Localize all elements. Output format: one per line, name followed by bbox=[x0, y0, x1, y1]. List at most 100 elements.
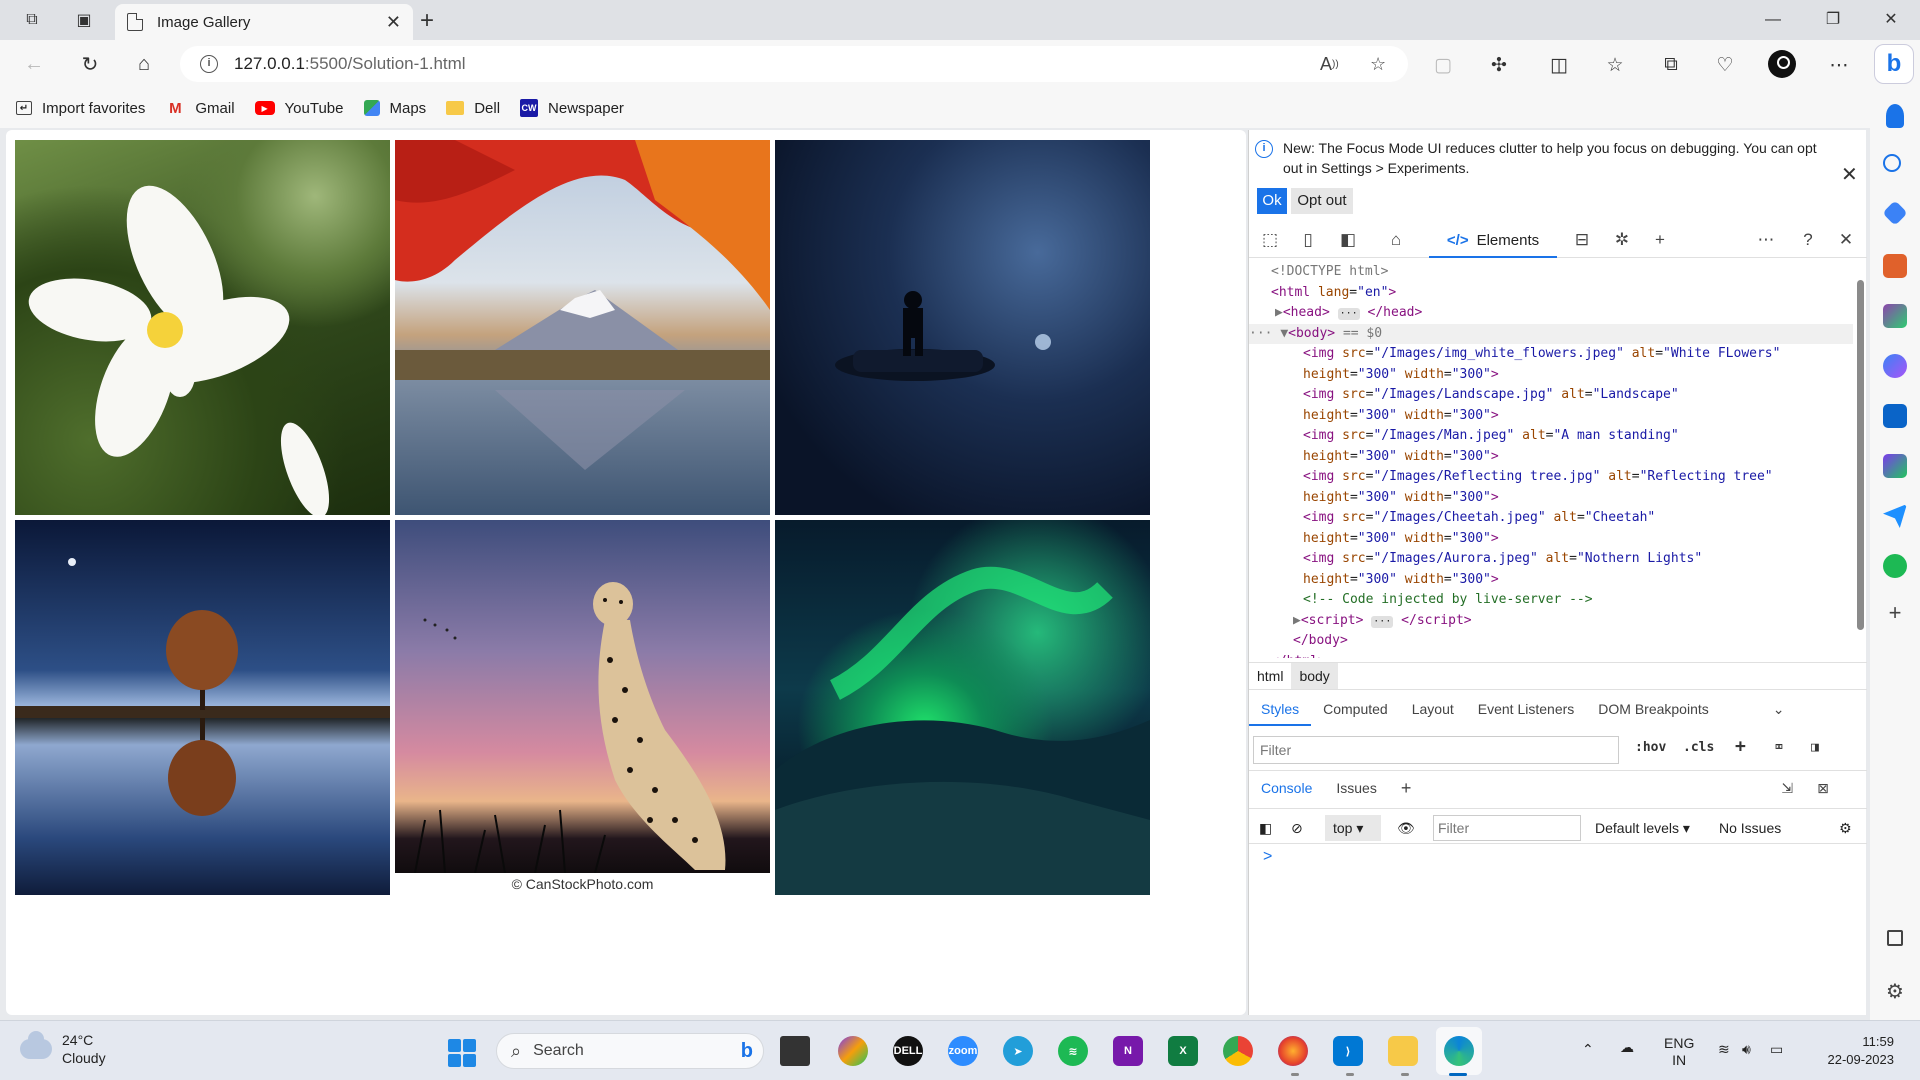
dom-img[interactable]: <img src="/Images/Aurora.jpeg" alt="Noth… bbox=[1249, 549, 1853, 570]
games-icon[interactable] bbox=[1883, 304, 1907, 328]
more-tools-icon[interactable]: + bbox=[1647, 230, 1673, 250]
onedrive-icon[interactable]: ☁ bbox=[1620, 1039, 1634, 1056]
inspect-icon[interactable]: ⬚ bbox=[1257, 230, 1283, 250]
tab-issues[interactable]: Issues bbox=[1324, 771, 1388, 805]
notifications-icon[interactable] bbox=[1886, 104, 1904, 128]
refresh-icon[interactable]: ↻ bbox=[74, 50, 106, 78]
show-hidden-icons[interactable]: ⌃ bbox=[1582, 1041, 1594, 1058]
help-icon[interactable]: ? bbox=[1795, 230, 1821, 250]
ok-button[interactable]: Ok bbox=[1257, 188, 1287, 214]
image-northern-lights[interactable] bbox=[775, 520, 1150, 895]
tab-console[interactable]: Console bbox=[1249, 771, 1324, 805]
tab-styles[interactable]: Styles bbox=[1249, 692, 1312, 726]
extension-disabled-icon[interactable]: ▢ bbox=[1428, 52, 1458, 78]
dom-head[interactable]: ▶<head> ··· </head> bbox=[1249, 303, 1853, 324]
console-settings-icon[interactable]: ⚙ bbox=[1839, 816, 1852, 840]
extensions-icon[interactable]: ✣ bbox=[1484, 52, 1514, 78]
image-landscape[interactable] bbox=[395, 140, 770, 515]
dock-drawer-icon[interactable]: ⇲ bbox=[1769, 771, 1805, 805]
taskbar-search[interactable]: ⌕ Search b bbox=[496, 1033, 764, 1069]
favorite-dell[interactable]: Dell bbox=[446, 100, 500, 117]
close-window-icon[interactable]: ✕ bbox=[1868, 5, 1914, 35]
shopping-icon[interactable] bbox=[1882, 200, 1908, 226]
tab-actions-icon[interactable]: ▣ bbox=[70, 8, 98, 32]
search-icon[interactable] bbox=[1883, 154, 1901, 172]
dom-tree[interactable]: <!DOCTYPE html> <html lang="en"> ▶<head>… bbox=[1249, 262, 1853, 658]
favorite-gmail[interactable]: M Gmail bbox=[165, 99, 234, 117]
close-banner-icon[interactable]: ✕ bbox=[1841, 162, 1858, 187]
dom-html[interactable]: <html lang="en"> bbox=[1249, 283, 1853, 304]
tab-elements[interactable]: </> Elements bbox=[1429, 224, 1557, 258]
clock[interactable]: 11:59 22-09-2023 bbox=[1810, 1033, 1895, 1069]
site-info-icon[interactable]: i bbox=[200, 55, 218, 73]
favorite-youtube[interactable]: ▶ YouTube bbox=[254, 100, 344, 117]
task-view-icon[interactable] bbox=[780, 1036, 810, 1066]
clear-console-icon[interactable]: ⊘ bbox=[1291, 816, 1303, 840]
minimize-icon[interactable]: — bbox=[1750, 5, 1796, 35]
copilot-app-icon[interactable] bbox=[838, 1036, 868, 1066]
tab-event-listeners[interactable]: Event Listeners bbox=[1466, 692, 1587, 726]
welcome-home-icon[interactable]: ⌂ bbox=[1383, 230, 1409, 250]
add-sidebar-app-icon[interactable]: + bbox=[1883, 602, 1907, 626]
designer-icon[interactable] bbox=[1883, 454, 1907, 478]
image-white-flowers[interactable] bbox=[15, 140, 390, 515]
collections-icon[interactable]: ⧉ bbox=[1656, 52, 1686, 78]
drop-icon[interactable] bbox=[1883, 504, 1907, 528]
zoom-app-icon[interactable]: zoom bbox=[948, 1036, 978, 1066]
image-cheetah[interactable]: © CanStockPhoto.com bbox=[395, 520, 770, 895]
spotify-icon[interactable] bbox=[1883, 554, 1907, 578]
copilot-icon[interactable]: b bbox=[1874, 44, 1914, 84]
tab-dom-breakpoints[interactable]: DOM Breakpoints bbox=[1586, 692, 1720, 726]
dom-img[interactable]: <img src="/Images/Landscape.jpg" alt="La… bbox=[1249, 385, 1853, 406]
toggle-sidebar-icon[interactable]: ◨ bbox=[1811, 740, 1819, 755]
language-indicator[interactable]: ENG IN bbox=[1664, 1035, 1694, 1069]
paint-icon[interactable]: ⌧ bbox=[1775, 740, 1783, 755]
dom-img-cont[interactable]: height="300" width="300"> bbox=[1249, 529, 1853, 550]
read-aloud-icon[interactable]: A)) bbox=[1320, 46, 1339, 82]
outlook-icon[interactable] bbox=[1883, 404, 1907, 428]
dom-body[interactable]: ··· ▼<body> == $0 bbox=[1249, 323, 1853, 344]
tools-icon[interactable] bbox=[1883, 254, 1907, 278]
file-explorer-app-icon[interactable] bbox=[1388, 1036, 1418, 1066]
console-sidebar-icon[interactable]: ◧ bbox=[1259, 816, 1272, 840]
favorite-maps[interactable]: Maps bbox=[363, 100, 426, 117]
address-bar[interactable]: i 127.0.0.1:5500/Solution-1.html A)) ☆ bbox=[180, 46, 1408, 82]
new-tab-icon[interactable]: + bbox=[420, 7, 434, 35]
excel-app-icon[interactable]: X bbox=[1168, 1036, 1198, 1066]
onenote-app-icon[interactable]: N bbox=[1113, 1036, 1143, 1066]
live-expression-icon[interactable]: 👁 bbox=[1397, 816, 1415, 840]
close-tab-icon[interactable]: ✕ bbox=[386, 12, 401, 33]
dock-side-icon[interactable]: ◧ bbox=[1335, 230, 1361, 250]
sidebar-settings-icon[interactable]: ⚙ bbox=[1883, 980, 1907, 1004]
telegram-app-icon[interactable]: ➤ bbox=[1003, 1036, 1033, 1066]
favorite-newspaper[interactable]: CW Newspaper bbox=[520, 99, 624, 117]
url-text[interactable]: 127.0.0.1:5500/Solution-1.html bbox=[234, 54, 466, 74]
styles-filter-input[interactable]: Filter bbox=[1253, 736, 1619, 764]
dom-img[interactable]: <img src="/Images/Man.jpeg" alt="A man s… bbox=[1249, 426, 1853, 447]
dom-img[interactable]: <img src="/Images/Cheetah.jpeg" alt="Che… bbox=[1249, 508, 1853, 529]
restore-icon[interactable]: ❐ bbox=[1810, 5, 1856, 35]
workspaces-icon[interactable]: ⧉ bbox=[18, 8, 46, 32]
context-selector[interactable]: top ▾ bbox=[1325, 815, 1381, 841]
dom-img-cont[interactable]: height="300" width="300"> bbox=[1249, 365, 1853, 386]
battery-icon[interactable]: ▭ bbox=[1770, 1041, 1783, 1058]
more-options-icon[interactable]: ⋯ bbox=[1824, 52, 1854, 78]
spotify-app-icon[interactable]: ≋ bbox=[1058, 1036, 1088, 1066]
tab-layout[interactable]: Layout bbox=[1400, 692, 1466, 726]
browser-essentials-icon[interactable]: ♡ bbox=[1710, 52, 1740, 78]
opt-out-button[interactable]: Opt out bbox=[1291, 188, 1353, 214]
scrollbar-thumb[interactable] bbox=[1857, 280, 1864, 630]
image-man-standing[interactable] bbox=[775, 140, 1150, 515]
close-devtools-icon[interactable]: ✕ bbox=[1833, 230, 1859, 250]
add-drawer-tab-icon[interactable]: + bbox=[1389, 771, 1424, 805]
breadcrumb-html[interactable]: html bbox=[1249, 663, 1291, 689]
dom-img-cont[interactable]: height="300" width="300"> bbox=[1249, 447, 1853, 468]
tab-computed[interactable]: Computed bbox=[1311, 692, 1400, 726]
dom-scrollbar[interactable] bbox=[1855, 262, 1865, 658]
console-tab-icon[interactable]: ⊟ bbox=[1569, 230, 1595, 250]
dom-img[interactable]: <img src="/Images/img_white_flowers.jpeg… bbox=[1249, 344, 1853, 365]
cls-toggle[interactable]: .cls bbox=[1683, 740, 1714, 755]
dom-script[interactable]: ▶<script> ··· </script> bbox=[1249, 611, 1853, 632]
hide-sidebar-icon[interactable] bbox=[1887, 930, 1903, 946]
debug-icon[interactable]: ✲ bbox=[1609, 230, 1635, 250]
